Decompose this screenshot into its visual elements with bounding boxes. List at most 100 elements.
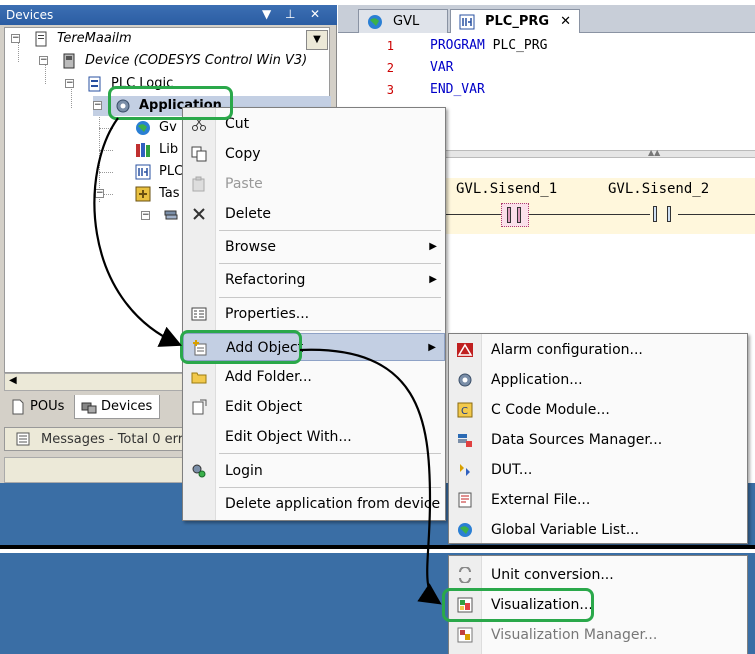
edit-object-icon xyxy=(191,399,207,415)
submenu-arrow-icon: ▶ xyxy=(429,241,437,252)
tree-dropdown-button[interactable]: ▼ xyxy=(306,30,328,50)
menu-label: Edit Object With... xyxy=(225,429,352,445)
tab-label: PLC_PRG xyxy=(485,14,550,29)
menu-item-browse[interactable]: Browse ▶ xyxy=(183,233,445,261)
menu-label: Refactoring xyxy=(225,272,306,288)
menu-label: Edit Object xyxy=(225,399,303,415)
properties-icon xyxy=(191,306,207,322)
submenu-item-dut[interactable]: DUT... xyxy=(449,456,747,484)
svg-text:C: C xyxy=(461,406,468,417)
submenu-item-global-variable-list[interactable]: Global Variable List... xyxy=(449,516,747,544)
tab-plc-prg[interactable]: PLC_PRG ✕ xyxy=(450,9,580,33)
add-object-submenu: Alarm configuration... Application... C … xyxy=(448,333,748,544)
menu-label: C Code Module... xyxy=(491,402,610,418)
contact[interactable] xyxy=(650,203,678,227)
tab-gvl[interactable]: GVL xyxy=(358,9,448,33)
menu-item-refactoring[interactable]: Refactoring ▶ xyxy=(183,266,445,294)
menu-item-paste[interactable]: Paste xyxy=(183,170,445,198)
submenu-item-application[interactable]: Application... xyxy=(449,366,747,394)
highlight-ring-application xyxy=(108,86,233,120)
ladder-pou-icon xyxy=(459,14,475,30)
menu-item-delete[interactable]: Delete xyxy=(183,200,445,228)
menu-item-login[interactable]: Login xyxy=(183,457,445,485)
menu-label: Application... xyxy=(491,372,583,388)
menu-label: Paste xyxy=(225,176,263,192)
submenu-item-alarm-configuration[interactable]: Alarm configuration... xyxy=(449,336,747,364)
submenu-item-c-code-module[interactable]: C C Code Module... xyxy=(449,396,747,424)
data-sources-icon xyxy=(457,432,473,448)
keyword: END_VAR xyxy=(430,82,485,97)
menu-item-add-folder[interactable]: Add Folder... xyxy=(183,363,445,391)
task-stack-icon xyxy=(163,208,179,224)
line-number: 2 xyxy=(386,61,394,75)
highlight-ring-visualization xyxy=(442,588,594,622)
highlight-ring-add-object xyxy=(180,330,302,364)
panel-dropdown-icon[interactable]: ▼ xyxy=(262,7,271,21)
tree-label: Device (CODESYS Control Win V3) xyxy=(85,53,308,68)
messages-icon xyxy=(15,431,31,447)
submenu-item-data-sources-manager[interactable]: Data Sources Manager... xyxy=(449,426,747,454)
menu-item-edit-object[interactable]: Edit Object xyxy=(183,393,445,421)
menu-label: Login xyxy=(225,463,263,479)
paste-icon xyxy=(191,176,207,192)
contact-selected[interactable] xyxy=(501,203,529,227)
tree-label: Tas xyxy=(159,186,180,201)
submenu-item-unit-conversion[interactable]: Unit conversion... xyxy=(449,561,747,589)
tree-label: TereMaailm xyxy=(57,31,132,46)
code-line: END_VAR xyxy=(430,82,485,97)
menu-label: Visualization Manager... xyxy=(491,627,658,643)
menu-label: Global Variable List... xyxy=(491,522,640,538)
tab-label: GVL xyxy=(393,14,420,29)
collapse-icon[interactable]: − xyxy=(141,211,150,220)
menu-label: Properties... xyxy=(225,306,310,322)
pou-page-icon xyxy=(10,399,26,415)
c-code-icon: C xyxy=(457,402,473,418)
splitter-up-icon[interactable]: ▲▲ xyxy=(648,148,660,157)
tab-devices[interactable]: Devices xyxy=(74,395,160,419)
visualization-manager-icon xyxy=(457,627,473,643)
tab-label: POUs xyxy=(30,399,65,414)
submenu-arrow-icon: ▶ xyxy=(428,342,436,353)
devices-panel-header: Devices ▼ ⊥ ✕ xyxy=(0,5,337,25)
delete-x-icon xyxy=(191,206,207,222)
plc-logic-icon xyxy=(87,76,103,92)
menu-label: Copy xyxy=(225,146,261,162)
line-number: 3 xyxy=(386,83,394,97)
device-icon xyxy=(61,53,77,69)
library-books-icon xyxy=(135,142,151,158)
menu-label: External File... xyxy=(491,492,591,508)
tab-pous[interactable]: POUs xyxy=(4,395,74,419)
collapse-icon[interactable]: − xyxy=(39,56,48,65)
application-gear-icon xyxy=(457,372,473,388)
tab-close-icon[interactable]: ✕ xyxy=(560,14,571,29)
menu-item-copy[interactable]: Copy xyxy=(183,140,445,168)
unit-conversion-icon xyxy=(457,567,473,583)
tree-label: Lib xyxy=(159,142,179,157)
menu-label: Delete application from device xyxy=(225,496,441,512)
submenu-item-visualization-manager[interactable]: Visualization Manager... xyxy=(449,621,747,649)
tree-label: Gv xyxy=(159,120,177,135)
close-icon[interactable]: ✕ xyxy=(310,7,320,21)
menu-item-delete-application[interactable]: Delete application from device xyxy=(183,490,445,518)
dut-icon xyxy=(457,462,473,478)
menu-item-properties[interactable]: Properties... xyxy=(183,300,445,328)
code-text: PLC_PRG xyxy=(484,38,548,53)
menu-label: Alarm configuration... xyxy=(491,342,643,358)
menu-label: Add Folder... xyxy=(225,369,312,385)
collapse-icon[interactable]: − xyxy=(95,189,104,198)
cut-separator xyxy=(0,545,755,549)
submenu-item-external-file[interactable]: External File... xyxy=(449,486,747,514)
menu-item-edit-object-with[interactable]: Edit Object With... xyxy=(183,423,445,451)
scroll-left-icon[interactable]: ◀ xyxy=(9,375,17,386)
menu-label: Data Sources Manager... xyxy=(491,432,663,448)
collapse-icon[interactable]: − xyxy=(93,101,102,110)
folder-icon xyxy=(191,369,207,385)
external-file-icon xyxy=(457,492,473,508)
messages-label: Messages - Total 0 errors xyxy=(41,432,203,447)
pin-icon[interactable]: ⊥ xyxy=(285,7,295,21)
globe-icon xyxy=(135,120,151,136)
keyword: VAR xyxy=(430,60,454,75)
collapse-icon[interactable]: − xyxy=(11,34,20,43)
menu-label: Delete xyxy=(225,206,271,222)
collapse-icon[interactable]: − xyxy=(65,79,74,88)
